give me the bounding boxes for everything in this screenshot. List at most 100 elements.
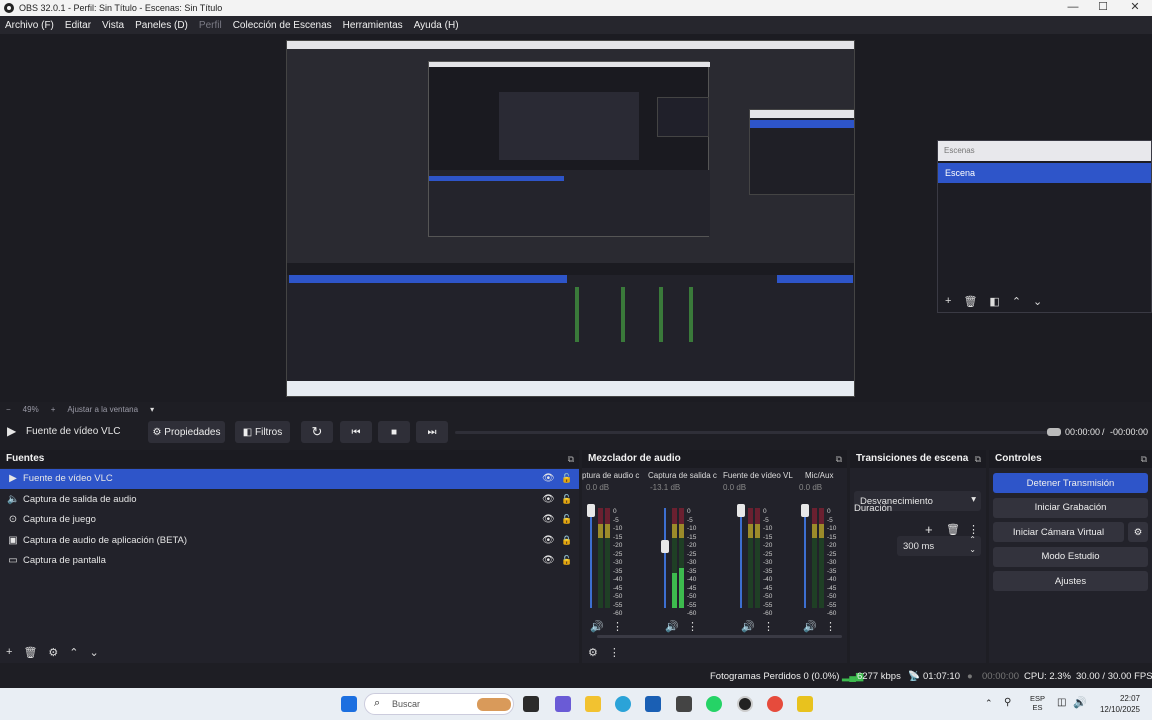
volume-fader[interactable]	[664, 508, 666, 608]
spin-arrows-icon[interactable]: ⌃ ⌄	[969, 535, 976, 555]
previous-button[interactable]: ⏮	[340, 421, 372, 443]
volume-fader[interactable]	[590, 508, 592, 608]
unlock-icon[interactable]: 🔓	[561, 514, 572, 525]
restart-button[interactable]: ↻	[301, 421, 333, 443]
unlock-icon[interactable]: 🔓	[561, 494, 572, 505]
eye-icon[interactable]: 👁	[542, 514, 555, 525]
properties-button[interactable]: ⚙ Propiedades	[148, 421, 225, 443]
zoom-in-button[interactable]: +	[51, 405, 56, 414]
add-transition-icon[interactable]: +	[925, 522, 933, 537]
menu-editar[interactable]: Editar	[65, 20, 91, 31]
delete-scene-icon[interactable]: 🗑	[963, 295, 977, 308]
start-recording-button[interactable]: Iniciar Grabación	[993, 497, 1148, 518]
whatsapp-icon[interactable]	[706, 696, 722, 712]
source-item-app-audio[interactable]: ▣ Captura de audio de aplicación (BETA) …	[0, 530, 579, 550]
lock-icon[interactable]: 🔒	[561, 535, 572, 546]
move-up-icon[interactable]: ⌃	[1012, 295, 1021, 308]
unlock-icon[interactable]: 🔓	[561, 473, 572, 484]
menu-coleccion-escenas[interactable]: Colección de Escenas	[233, 20, 332, 31]
move-down-icon[interactable]: ⌄	[90, 646, 99, 659]
windows-start-icon[interactable]	[341, 696, 357, 712]
fader-knob[interactable]	[661, 540, 669, 553]
undock-icon[interactable]: ⧉	[975, 450, 981, 468]
virtual-camera-settings-button[interactable]: ⚙	[1128, 522, 1148, 542]
start-virtual-camera-button[interactable]: Iniciar Cámara Virtual	[993, 522, 1124, 542]
source-item-audio-output[interactable]: 🔈 Captura de salida de audio 👁 🔓	[0, 489, 579, 509]
add-source-icon[interactable]: +	[6, 646, 12, 658]
volume-fader[interactable]	[740, 508, 742, 608]
taskbar-search[interactable]: ⌕ Buscar	[364, 693, 514, 715]
wifi-icon[interactable]: ◫	[1057, 697, 1066, 708]
stop-streaming-button[interactable]: Detener Transmisión	[993, 473, 1148, 493]
app-yellow-icon[interactable]	[797, 696, 813, 712]
language-indicator[interactable]: ESP ES	[1030, 694, 1045, 712]
menu-perfil[interactable]: Perfil	[199, 20, 222, 31]
speaker-icon[interactable]: 🔊	[590, 620, 604, 633]
copilot-icon[interactable]	[555, 696, 571, 712]
speaker-icon[interactable]: 🔊	[741, 620, 755, 633]
tray-chevron-icon[interactable]: ⌃	[985, 698, 993, 709]
seek-handle[interactable]	[1047, 428, 1061, 436]
filters-button[interactable]: ◧ Filtros	[235, 421, 290, 443]
settings-button[interactable]: Ajustes	[993, 571, 1148, 591]
advanced-audio-icon[interactable]: ⚙	[588, 646, 598, 659]
menu-herramientas[interactable]: Herramientas	[343, 20, 403, 31]
source-item-display-capture[interactable]: ▭ Captura de pantalla 👁 🔓	[0, 551, 579, 571]
source-item-vlc[interactable]: ▶ Fuente de vídeo VLC 👁 🔓	[0, 468, 579, 489]
duration-spinbox[interactable]: 300 ms ⌃ ⌄	[897, 535, 981, 556]
channel-menu-icon[interactable]: ⋮	[687, 620, 698, 633]
transition-menu-icon[interactable]: ⋮	[968, 523, 979, 536]
eye-icon[interactable]: 👁	[542, 535, 555, 546]
store-icon[interactable]	[645, 696, 661, 712]
menu-paneles[interactable]: Paneles (D)	[135, 20, 188, 31]
obs-taskbar-icon[interactable]	[737, 696, 753, 712]
scene-filters-icon[interactable]: ◧	[989, 295, 999, 308]
menu-ayuda[interactable]: Ayuda (H)	[414, 20, 459, 31]
close-button[interactable]: ✕	[1120, 0, 1150, 16]
maximize-button[interactable]: ☐	[1088, 0, 1118, 16]
app-icon[interactable]	[676, 696, 692, 712]
zoom-out-button[interactable]: −	[6, 405, 11, 414]
clock[interactable]: 22:07 12/10/2025	[1096, 693, 1140, 715]
delete-source-icon[interactable]: 🗑	[23, 646, 37, 659]
channel-menu-icon[interactable]: ⋮	[763, 620, 774, 633]
fader-knob[interactable]	[737, 504, 745, 517]
mixer-scrollbar[interactable]	[597, 635, 842, 638]
seek-bar[interactable]	[455, 431, 1058, 434]
studio-mode-button[interactable]: Modo Estudio	[993, 546, 1148, 567]
move-up-icon[interactable]: ⌃	[69, 646, 78, 659]
eye-icon[interactable]: 👁	[542, 555, 555, 566]
network-tray-icon[interactable]: ⚲	[1004, 697, 1011, 708]
scene-item[interactable]: Escena	[938, 163, 1151, 183]
eye-icon[interactable]: 👁	[542, 473, 555, 484]
file-explorer-icon[interactable]	[585, 696, 601, 712]
speaker-icon[interactable]: 🔊	[665, 620, 679, 633]
unlock-icon[interactable]: 🔓	[561, 555, 572, 566]
fader-knob[interactable]	[587, 504, 595, 517]
undock-icon[interactable]: ⧉	[1141, 450, 1147, 468]
eye-icon[interactable]: 👁	[542, 494, 555, 505]
edge-icon[interactable]	[615, 696, 631, 712]
next-button[interactable]: ⏭	[416, 421, 448, 443]
channel-menu-icon[interactable]: ⋮	[612, 620, 623, 633]
move-down-icon[interactable]: ⌄	[1033, 295, 1042, 308]
speaker-icon[interactable]: 🔊	[803, 620, 817, 633]
source-item-game-capture[interactable]: ⊙ Captura de juego 👁 🔓	[0, 510, 579, 530]
minimize-button[interactable]: —	[1058, 0, 1088, 16]
undock-icon[interactable]: ⧉	[568, 450, 574, 468]
add-scene-icon[interactable]: +	[945, 295, 951, 308]
delete-transition-icon[interactable]: 🗑	[946, 523, 960, 536]
undock-icon[interactable]: ⧉	[836, 450, 842, 468]
mixer-menu-icon[interactable]: ⋮	[609, 646, 620, 659]
fit-window-label[interactable]: Ajustar a la ventana	[67, 405, 138, 414]
volume-fader[interactable]	[804, 508, 806, 608]
volume-icon[interactable]: 🔊	[1073, 696, 1087, 709]
chrome-icon[interactable]	[767, 696, 783, 712]
menu-archivo[interactable]: Archivo (F)	[5, 20, 54, 31]
fader-knob[interactable]	[801, 504, 809, 517]
channel-menu-icon[interactable]: ⋮	[825, 620, 836, 633]
zoom-dropdown-icon[interactable]: ▾	[150, 405, 154, 414]
task-view-icon[interactable]	[523, 696, 539, 712]
menu-vista[interactable]: Vista	[102, 20, 124, 31]
source-settings-icon[interactable]: ⚙	[48, 646, 58, 659]
